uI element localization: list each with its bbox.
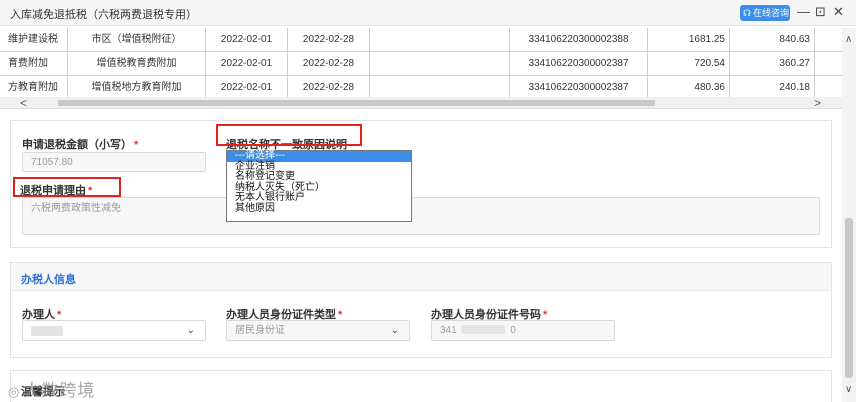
refund-amount-field[interactable]: 71057.80	[22, 152, 206, 172]
watermark: ◎ 大数跨境	[8, 381, 96, 400]
window-titlebar: 入库减免退抵税（六税两费退税专用） ☊ 在线咨询 — ⊡ ✕	[0, 0, 856, 26]
scroll-right-arrow[interactable]: >	[814, 96, 821, 110]
refund-reason-textarea[interactable]: 六税两费政策性减免	[22, 197, 820, 235]
minimize-button[interactable]: —	[797, 4, 810, 20]
option-please-select[interactable]: ---请选择---	[227, 150, 411, 162]
agent-info-title: 办税人信息	[21, 274, 76, 286]
table-horizontal-scrollbar[interactable]: < >	[0, 96, 842, 110]
redacted-agent-name	[31, 326, 63, 336]
chevron-down-icon: ⌄	[390, 325, 399, 336]
id-number-field[interactable]: 341 0	[431, 320, 615, 341]
window-title: 入库减免退抵税（六税两费退税专用）	[10, 9, 197, 21]
scroll-down-arrow[interactable]: ∨	[845, 384, 852, 395]
table-cell	[370, 52, 510, 76]
online-consult-label: 在线咨询	[753, 8, 790, 18]
scrollbar-thumb[interactable]	[845, 218, 853, 378]
table-cell: 840.63	[730, 28, 815, 52]
table-cell: 市区（增值税附征）	[68, 28, 206, 52]
table-cell: 334106220300002387	[510, 52, 648, 76]
table-cell	[370, 28, 510, 52]
online-consult-button[interactable]: ☊ 在线咨询	[740, 5, 790, 21]
agent-select[interactable]: ⌄	[22, 320, 206, 341]
scroll-up-arrow[interactable]: ∧	[845, 34, 852, 45]
table-cell: 2022-02-28	[288, 52, 370, 76]
mismatch-reason-listbox[interactable]: ---请选择--- 企业注销 名称登记变更 纳税人灭失（死亡） 无本人银行账户 …	[226, 150, 412, 222]
watermark-logo-icon: ◎	[8, 384, 21, 399]
table-row[interactable]: 育费附加 增值税教育费附加 2022-02-01 2022-02-28 3341…	[0, 52, 842, 76]
agent-info-header: 办税人信息	[11, 263, 831, 291]
option-other-reason[interactable]: 其他原因	[227, 203, 411, 215]
option-name-registration-change[interactable]: 名称登记变更	[227, 171, 411, 183]
reason-label-highlight	[13, 177, 121, 197]
table-cell: 360.27	[730, 52, 815, 76]
headset-icon: ☊	[743, 8, 751, 18]
table-cell: 2022-02-01	[206, 28, 288, 52]
close-button[interactable]: ✕	[833, 4, 844, 20]
restore-button[interactable]: ⊡	[815, 4, 826, 20]
agent-info-panel: 办税人信息	[10, 262, 832, 358]
tips-panel: 温馨提示	[10, 370, 832, 402]
mismatch-label-highlight	[216, 124, 362, 146]
id-type-select[interactable]: 居民身份证 ⌄	[226, 320, 410, 341]
page-vertical-scrollbar[interactable]: ∧ ∨	[842, 28, 856, 402]
table-cell: 育费附加	[0, 52, 68, 76]
refund-amount-label: 申请退税金额（小写） *	[22, 139, 139, 151]
table-cell: 增值税教育费附加	[68, 52, 206, 76]
redacted-id-digits	[461, 325, 506, 334]
table-cell: 1681.25	[648, 28, 730, 52]
scrollbar-thumb[interactable]	[58, 100, 655, 106]
option-no-personal-bank-account[interactable]: 无本人银行账户	[227, 192, 411, 204]
chevron-down-icon: ⌄	[186, 325, 195, 336]
table-cell: 2022-02-28	[288, 28, 370, 52]
table-cell: 维护建设税	[0, 28, 68, 52]
table-cell: 334106220300002388	[510, 28, 648, 52]
scroll-left-arrow[interactable]: <	[20, 96, 27, 110]
table-cell: 2022-02-01	[206, 52, 288, 76]
table-row[interactable]: 维护建设税 市区（增值税附征） 2022-02-01 2022-02-28 33…	[0, 28, 842, 52]
table-cell: 720.54	[648, 52, 730, 76]
